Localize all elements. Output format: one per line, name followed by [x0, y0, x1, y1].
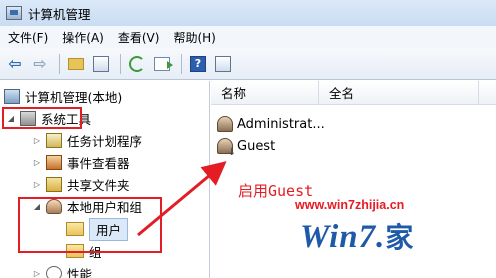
watermark-logo: Win7.家 — [300, 216, 414, 256]
watermark-logo-char: 家 — [385, 223, 415, 254]
watermark-logo-text: Win7. — [300, 219, 386, 255]
watermark-url: www.win7zhijia.cn — [295, 198, 405, 212]
annotation-arrow — [137, 161, 227, 237]
